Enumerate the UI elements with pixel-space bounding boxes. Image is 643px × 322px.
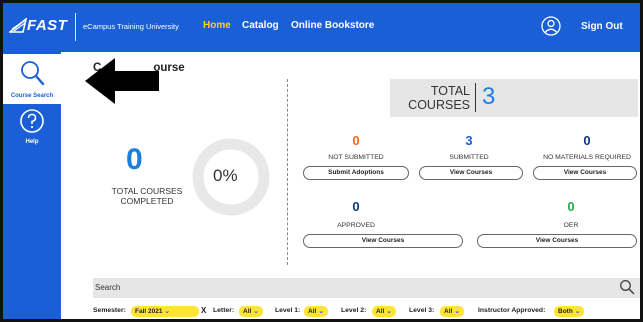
- view-approved-courses-button[interactable]: View Courses: [303, 234, 463, 248]
- sidebar-item-label: Help: [25, 139, 39, 145]
- logo-divider: [75, 13, 76, 41]
- search-input[interactable]: [93, 278, 640, 298]
- magnifier-icon: [21, 61, 45, 86]
- chevron-down-icon: ⌄: [318, 308, 324, 315]
- level1-label: Level 1:: [275, 307, 301, 314]
- completed-count: 0: [126, 143, 143, 176]
- total-label-line1: TOTAL: [430, 84, 470, 98]
- sign-out-link[interactable]: Sign Out: [581, 21, 623, 32]
- sidebar-item-label: Course Search: [10, 93, 54, 99]
- total-courses-count: 3: [482, 83, 496, 110]
- app-frame: FAST eCampus Training University Home Ca…: [0, 0, 643, 322]
- semester-select[interactable]: Fall 2021 ⌄: [131, 306, 199, 317]
- instructor-approved-value: Both: [558, 308, 573, 315]
- logo-text: FAST: [27, 17, 68, 34]
- level2-value: All: [376, 308, 385, 315]
- top-nav-bar: FAST eCampus Training University Home Ca…: [3, 3, 640, 52]
- level3-value: All: [444, 308, 453, 315]
- submit-adoptions-button[interactable]: Submit Adoptions: [303, 166, 409, 180]
- pointer-arrow: [85, 58, 159, 104]
- user-account-icon[interactable]: [541, 16, 561, 36]
- not-submitted-count: 0: [352, 133, 360, 148]
- chevron-down-icon: ⌄: [454, 308, 460, 315]
- sidebar-item-course-search[interactable]: Course Search: [3, 54, 61, 104]
- total-divider: [475, 83, 476, 112]
- instructor-approved-label: Instructor Approved:: [478, 307, 546, 314]
- nav-home[interactable]: Home: [203, 20, 231, 31]
- semester-clear-button[interactable]: X: [201, 306, 206, 315]
- submitted-count: 3: [465, 133, 473, 148]
- university-name: eCampus Training University: [83, 22, 179, 31]
- approved-count: 0: [352, 199, 360, 214]
- level3-select[interactable]: All ⌄: [440, 306, 464, 317]
- completed-label: TOTAL COURSES COMPLETED: [111, 186, 183, 206]
- no-materials-label: NO MATERIALS REQUIRED: [543, 154, 631, 161]
- level1-select[interactable]: All ⌄: [304, 306, 328, 317]
- not-submitted-label: NOT SUBMITTED: [328, 154, 384, 161]
- view-submitted-courses-button[interactable]: View Courses: [419, 166, 523, 180]
- letter-value: All: [243, 308, 252, 315]
- level1-value: All: [308, 308, 317, 315]
- letter-label: Letter:: [213, 307, 235, 314]
- oer-label: OER: [563, 222, 579, 229]
- search-icon[interactable]: [619, 279, 635, 295]
- completed-percent: 0%: [213, 166, 238, 185]
- submitted-label: SUBMITTED: [449, 154, 489, 161]
- semester-value: Fall 2021: [135, 308, 163, 315]
- view-oer-courses-button[interactable]: View Courses: [477, 234, 637, 248]
- view-no-materials-courses-button[interactable]: View Courses: [533, 166, 637, 180]
- chevron-down-icon: ⌄: [253, 308, 259, 315]
- instructor-approved-select[interactable]: Both ⌄: [554, 306, 585, 317]
- level3-label: Level 3:: [409, 307, 435, 314]
- sidebar: Course Search Help: [3, 52, 61, 319]
- sidebar-item-help[interactable]: Help: [3, 108, 61, 152]
- total-courses-label: TOTAL COURSES: [393, 84, 470, 112]
- fast-logo[interactable]: FAST: [9, 16, 71, 38]
- section-divider: [287, 79, 288, 265]
- total-label-line2: COURSES: [408, 98, 470, 112]
- chevron-down-icon: ⌄: [164, 308, 170, 315]
- nav-online-bookstore[interactable]: Online Bookstore: [291, 20, 374, 31]
- no-materials-count: 0: [583, 133, 591, 148]
- oer-count: 0: [567, 199, 575, 214]
- approved-label: APPROVED: [337, 222, 375, 229]
- chevron-down-icon: ⌄: [574, 308, 581, 315]
- chevron-down-icon: ⌄: [386, 308, 392, 315]
- search-placeholder: Search: [95, 283, 121, 292]
- letter-select[interactable]: All ⌄: [239, 306, 263, 317]
- logo-mark-icon: [9, 18, 27, 33]
- nav-catalog[interactable]: Catalog: [242, 20, 279, 31]
- question-icon: [20, 109, 44, 133]
- level2-label: Level 2:: [341, 307, 367, 314]
- level2-select[interactable]: All ⌄: [372, 306, 396, 317]
- semester-label: Semester:: [93, 307, 126, 314]
